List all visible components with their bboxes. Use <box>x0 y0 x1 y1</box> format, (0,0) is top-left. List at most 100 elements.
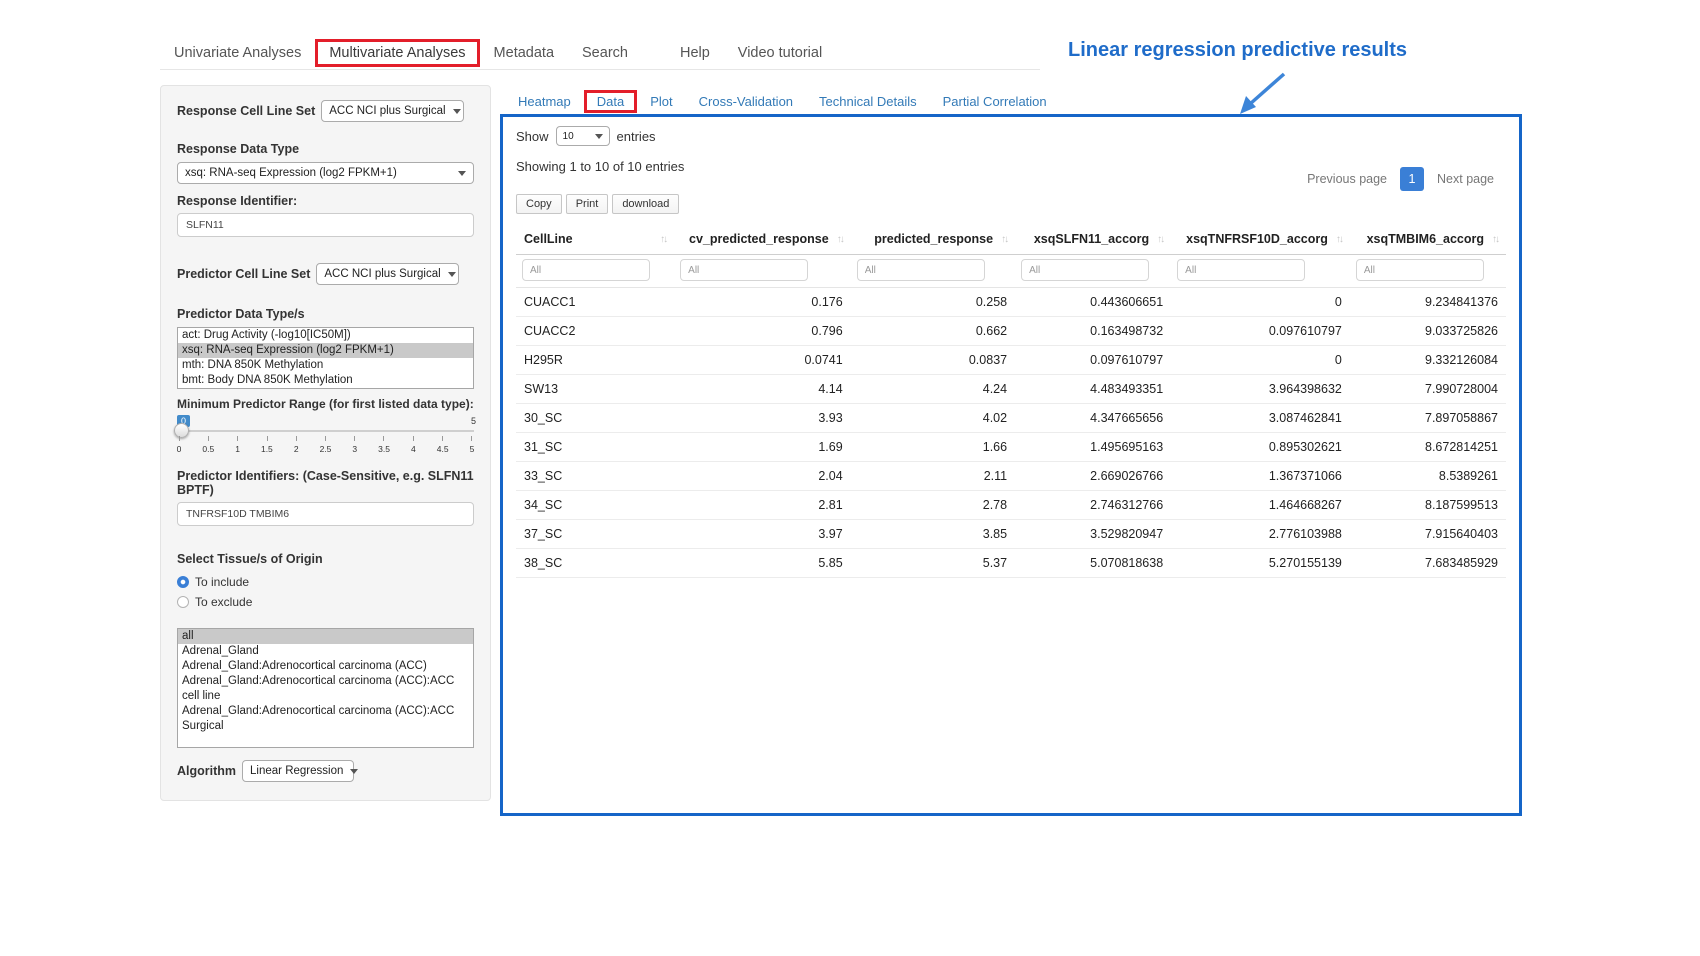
nav-item-metadata[interactable]: Metadata <box>480 39 568 67</box>
next-page-button[interactable]: Next page <box>1428 167 1503 191</box>
column-header-cv-predicted-response[interactable]: cv_predicted_response↑↓ <box>674 224 851 255</box>
previous-page-button[interactable]: Previous page <box>1298 167 1396 191</box>
tissue-option-adrenal-gland[interactable]: Adrenal_Gland <box>178 644 473 659</box>
tab-technical-details[interactable]: Technical Details <box>806 90 930 113</box>
slider-tick-marks <box>179 436 472 441</box>
slider-tick <box>208 436 209 441</box>
cell-cv-predicted-response: 0.796 <box>674 317 851 346</box>
radio-indicator <box>177 576 189 588</box>
slider-tick-label: 0.5 <box>199 444 217 454</box>
cell-cv-predicted-response: 3.97 <box>674 520 851 549</box>
table-row: 30_SC3.934.024.3476656563.0874628417.897… <box>516 404 1506 433</box>
slider-tick-label: 2.5 <box>316 444 334 454</box>
column-label: xsqTMBIM6_accorg <box>1367 232 1484 246</box>
page-number-button[interactable]: 1 <box>1400 167 1424 191</box>
table-row: 31_SC1.691.661.4956951630.8953026218.672… <box>516 433 1506 462</box>
algorithm-select[interactable]: Linear Regression <box>242 760 354 782</box>
data-type-option-act-drug-activity-log10-ic50m[interactable]: act: Drug Activity (-log10[IC50M]) <box>178 328 473 343</box>
slider-tick <box>179 436 180 441</box>
cell-cellline: CUACC2 <box>516 317 674 346</box>
table-row: H295R0.07410.08370.09761079709.332126084 <box>516 346 1506 375</box>
data-type-option-bmt-body-dna-850k-methylation[interactable]: bmt: Body DNA 850K Methylation <box>178 373 473 388</box>
column-header-xsqtnfrsf10d-accorg[interactable]: xsqTNFRSF10D_accorg↑↓ <box>1171 224 1350 255</box>
cell-xsqslfn11-accorg: 2.746312766 <box>1015 491 1171 520</box>
cell-xsqtnfrsf10d-accorg: 3.087462841 <box>1171 404 1350 433</box>
sort-icon[interactable]: ↑↓ <box>837 234 843 245</box>
cell-predicted-response: 5.37 <box>851 549 1015 578</box>
predictor-identifiers-input[interactable] <box>177 502 474 526</box>
filter-input-predicted-response[interactable] <box>857 259 985 281</box>
data-type-option-xsq-rna-seq-expression-log2-fpkm-1[interactable]: xsq: RNA-seq Expression (log2 FPKM+1) <box>178 343 473 358</box>
tab-partial-correlation[interactable]: Partial Correlation <box>930 90 1060 113</box>
show-entries-prefix: Show <box>516 129 549 144</box>
nav-item-help[interactable]: Help <box>666 39 724 67</box>
sort-icon[interactable]: ↑↓ <box>1001 234 1007 245</box>
tab-heatmap[interactable]: Heatmap <box>505 90 584 113</box>
tab-plot[interactable]: Plot <box>637 90 685 113</box>
result-tabs: HeatmapDataPlotCross-ValidationTechnical… <box>505 87 1060 115</box>
copy-button[interactable]: Copy <box>516 194 562 214</box>
table-row: CUACC20.7960.6620.1634987320.0976107979.… <box>516 317 1506 346</box>
sort-icon[interactable]: ↑↓ <box>1492 234 1498 245</box>
cell-xsqtnfrsf10d-accorg: 0 <box>1171 346 1350 375</box>
chevron-down-icon <box>458 171 466 176</box>
table-filter-row <box>516 255 1506 288</box>
data-type-option-mth-dna-850k-methylation[interactable]: mth: DNA 850K Methylation <box>178 358 473 373</box>
annotation-text: Linear regression predictive results <box>1068 39 1407 62</box>
sort-icon[interactable]: ↑↓ <box>1336 234 1342 245</box>
tissue-option-adrenal-gland-adrenocortical-carcinoma-acc-acc-c[interactable]: Adrenal_Gland:Adrenocortical carcinoma (… <box>178 674 473 704</box>
cell-cellline: 34_SC <box>516 491 674 520</box>
column-header-cellline[interactable]: CellLine↑↓ <box>516 224 674 255</box>
filter-input-cv-predicted-response[interactable] <box>680 259 808 281</box>
slider-track[interactable] <box>177 430 474 432</box>
slider-tick <box>296 436 297 441</box>
cell-xsqtmbim6-accorg: 8.5389261 <box>1350 462 1506 491</box>
nav-item-univariate-analyses[interactable]: Univariate Analyses <box>160 39 315 67</box>
nav-item-search[interactable]: Search <box>568 39 642 67</box>
cell-cellline: CUACC1 <box>516 288 674 317</box>
dt-buttons: CopyPrintdownload <box>516 194 1506 214</box>
select-value: xsq: RNA-seq Expression (log2 FPKM+1) <box>185 167 397 179</box>
column-header-xsqtmbim6-accorg[interactable]: xsqTMBIM6_accorg ↑↓ <box>1350 224 1506 255</box>
entries-select[interactable]: 10 <box>556 126 610 146</box>
cell-predicted-response: 2.78 <box>851 491 1015 520</box>
column-header-xsqslfn11-accorg[interactable]: xsqSLFN11_accorg↑↓ <box>1015 224 1171 255</box>
download-button[interactable]: download <box>612 194 679 214</box>
nav-item-video-tutorial[interactable]: Video tutorial <box>724 39 836 67</box>
tab-cross-validation[interactable]: Cross-Validation <box>686 90 806 113</box>
radio-to-exclude[interactable]: To exclude <box>177 592 474 612</box>
tissue-option-adrenal-gland-adrenocortical-carcinoma-acc[interactable]: Adrenal_Gland:Adrenocortical carcinoma (… <box>178 659 473 674</box>
radio-to-include[interactable]: To include <box>177 572 474 592</box>
cell-xsqslfn11-accorg: 1.495695163 <box>1015 433 1171 462</box>
response-identifier-input[interactable] <box>177 213 474 237</box>
filter-input-cellline[interactable] <box>522 259 650 281</box>
chevron-down-icon <box>448 272 456 277</box>
tissue-option-all[interactable]: all <box>178 629 473 644</box>
cell-xsqtnfrsf10d-accorg: 3.964398632 <box>1171 375 1350 404</box>
predictor-cell-line-set-select[interactable]: ACC NCI plus Surgical <box>316 263 459 285</box>
top-nav: Univariate AnalysesMultivariate Analyses… <box>160 36 1040 70</box>
tissue-option-adrenal-gland-adrenocortical-carcinoma-acc-acc-s[interactable]: Adrenal_Gland:Adrenocortical carcinoma (… <box>178 704 473 734</box>
nav-item-multivariate-analyses[interactable]: Multivariate Analyses <box>315 39 479 67</box>
radio-indicator <box>177 596 189 608</box>
filter-cell <box>1015 255 1171 288</box>
column-header-predicted-response[interactable]: predicted_response↑↓ <box>851 224 1015 255</box>
table-row: CUACC10.1760.2580.44360665109.234841376 <box>516 288 1506 317</box>
slider-tick-label: 4 <box>404 444 422 454</box>
tab-data[interactable]: Data <box>584 90 637 113</box>
min-predictor-range-slider[interactable]: 0 5 00.511.522.533.544.55 <box>177 415 474 461</box>
cell-predicted-response: 4.02 <box>851 404 1015 433</box>
slider-tick <box>383 436 384 441</box>
sort-icon[interactable]: ↑↓ <box>1157 234 1163 245</box>
cell-cellline: SW13 <box>516 375 674 404</box>
response-cell-line-set-select[interactable]: ACC NCI plus Surgical <box>321 100 464 122</box>
radio-label: To exclude <box>195 595 252 609</box>
print-button[interactable]: Print <box>566 194 609 214</box>
sort-icon[interactable]: ↑↓ <box>660 234 666 245</box>
filter-input-xsqtnfrsf10d-accorg[interactable] <box>1177 259 1305 281</box>
filter-input-xsqtmbim6-accorg[interactable] <box>1356 259 1484 281</box>
predictor-data-type-listbox: act: Drug Activity (-log10[IC50M])xsq: R… <box>177 327 474 389</box>
filter-input-xsqslfn11-accorg[interactable] <box>1021 259 1149 281</box>
response-data-type-select[interactable]: xsq: RNA-seq Expression (log2 FPKM+1) <box>177 162 474 184</box>
chevron-down-icon <box>453 109 461 114</box>
